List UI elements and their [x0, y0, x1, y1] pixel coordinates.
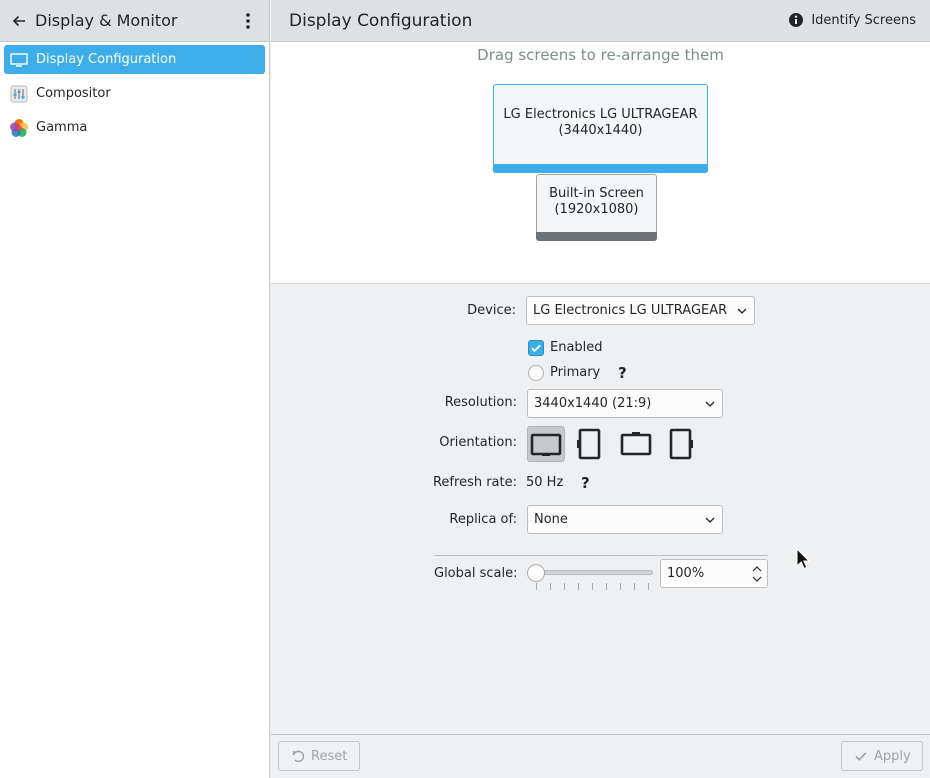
info-icon	[788, 12, 804, 28]
device-value: LG Electronics LG ULTRAGEAR	[533, 303, 728, 318]
replica-label: Replica of:	[449, 512, 517, 527]
monitor-resolution: (1920x1080)	[554, 202, 639, 217]
compositor-icon	[8, 83, 30, 105]
identify-screens-button[interactable]: Identify Screens	[788, 12, 916, 28]
enabled-label: Enabled	[550, 340, 603, 355]
apply-label: Apply	[874, 748, 911, 764]
slider-tick	[606, 583, 607, 590]
monitor-icon	[8, 49, 30, 71]
orientation-landscape-flipped-button[interactable]	[617, 426, 655, 462]
sidebar-item-label: Display Configuration	[36, 52, 177, 67]
reset-label: Reset	[311, 748, 348, 764]
monitor-built-in[interactable]: Built-in Screen (1920x1080)	[536, 174, 657, 241]
replica-value: None	[534, 512, 568, 527]
monitor-name: LG Electronics LG ULTRAGEAR	[503, 107, 698, 122]
sidebar-item-label: Compositor	[36, 86, 111, 101]
sidebar-item-label: Gamma	[36, 120, 88, 135]
device-label: Device:	[467, 303, 516, 318]
more-menu-icon[interactable]	[241, 11, 255, 31]
drag-hint: Drag screens to re-arrange them	[477, 46, 724, 64]
global-scale-slider-track[interactable]	[530, 570, 653, 575]
resolution-value: 3440x1440 (21:9)	[534, 396, 652, 411]
spin-arrows-icon[interactable]	[751, 563, 763, 585]
global-scale-spinbox[interactable]: 100%	[660, 559, 768, 588]
screen-arrangement-area[interactable]: Drag screens to re-arrange them LG Elect…	[271, 42, 930, 284]
resolution-label: Resolution:	[444, 395, 517, 410]
primary-label: Primary	[550, 365, 601, 380]
orientation-landscape-button[interactable]	[527, 426, 565, 462]
sidebar-title: Display & Monitor	[35, 11, 178, 30]
global-scale-value: 100%	[667, 566, 705, 581]
identify-screens-label: Identify Screens	[811, 12, 916, 28]
refresh-rate-label: Refresh rate:	[432, 475, 517, 490]
section-divider	[434, 555, 768, 556]
sidebar-item-gamma[interactable]: Gamma	[4, 113, 265, 142]
chevron-down-icon	[705, 517, 715, 523]
slider-tick	[536, 583, 537, 590]
reset-button[interactable]: Reset	[278, 741, 360, 771]
back-arrow-icon[interactable]	[8, 10, 30, 32]
global-scale-label: Global scale:	[434, 566, 518, 581]
sidebar-list: Display Configuration Compositor Gamma	[0, 42, 269, 150]
checkmark-icon	[531, 344, 541, 353]
monitor-lg-ultragear[interactable]: LG Electronics LG ULTRAGEAR (3440x1440)	[493, 84, 708, 173]
landscape-flipped-icon	[620, 432, 652, 456]
portrait-flipped-icon	[669, 428, 693, 460]
global-scale-slider-handle[interactable]	[527, 564, 545, 582]
gamma-icon	[8, 117, 30, 139]
orientation-label: Orientation:	[439, 435, 517, 450]
main-header: Display Configuration Identify Screens	[271, 0, 930, 42]
sidebar-header: Display & Monitor	[0, 0, 269, 42]
primary-help-icon[interactable]: ?	[618, 364, 627, 382]
mouse-cursor-icon	[796, 548, 810, 570]
chevron-down-icon	[705, 401, 715, 407]
slider-tick	[550, 583, 551, 590]
monitor-name: Built-in Screen	[549, 186, 644, 201]
replica-combo[interactable]: None	[527, 505, 723, 534]
slider-tick	[564, 583, 565, 590]
device-combo[interactable]: LG Electronics LG ULTRAGEAR	[526, 296, 755, 325]
monitor-resolution: (3440x1440)	[558, 123, 643, 138]
slider-tick	[578, 583, 579, 590]
apply-button[interactable]: Apply	[841, 741, 923, 771]
landscape-icon	[530, 433, 562, 456]
page-title: Display Configuration	[289, 11, 473, 31]
slider-tick	[634, 583, 635, 590]
sidebar-item-display-configuration[interactable]: Display Configuration	[4, 45, 265, 74]
footer-bar: Reset Apply	[271, 734, 930, 778]
undo-icon	[292, 750, 305, 763]
portrait-icon	[577, 428, 601, 460]
orientation-portrait-flipped-button[interactable]	[662, 426, 700, 462]
refresh-rate-help-icon[interactable]: ?	[581, 474, 590, 492]
primary-radio[interactable]	[528, 365, 544, 381]
sidebar: Display & Monitor Display Configuration …	[0, 0, 270, 778]
monitor-selection-bar	[493, 164, 708, 173]
slider-tick	[648, 583, 649, 590]
sidebar-item-compositor[interactable]: Compositor	[4, 79, 265, 108]
settings-form: Device: LG Electronics LG ULTRAGEAR Enab…	[271, 284, 930, 734]
monitor-bar	[536, 232, 657, 241]
refresh-rate-value: 50 Hz	[526, 475, 564, 490]
chevron-down-icon	[737, 308, 747, 314]
orientation-portrait-button[interactable]	[571, 426, 609, 462]
resolution-combo[interactable]: 3440x1440 (21:9)	[527, 389, 723, 418]
enabled-checkbox[interactable]	[528, 340, 544, 356]
slider-tick	[620, 583, 621, 590]
slider-tick	[592, 583, 593, 590]
checkmark-icon	[855, 752, 867, 761]
